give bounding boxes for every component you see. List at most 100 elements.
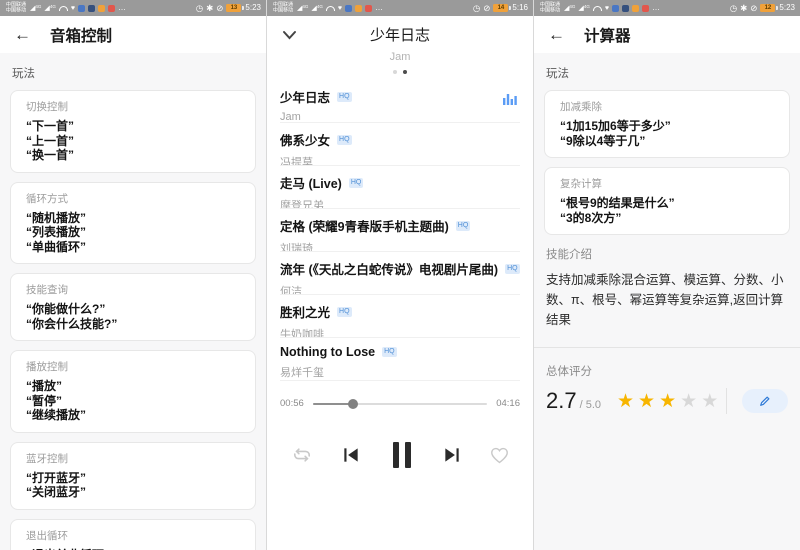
voice-command: “继续播放” [26,408,87,422]
star-icon: ★ [638,390,660,412]
rating-stars: ★★★★★ [617,390,722,413]
card-title: 切换控制 [26,101,68,113]
signal-icon: ◢4G [30,3,42,12]
progress-slider[interactable] [312,398,488,409]
quality-badge: HQ [455,220,471,231]
signal-icon: ◢4G [311,3,323,12]
song-row[interactable]: 胜利之光 HQ 牛奶咖啡 [280,295,520,338]
total-time: 04:16 [496,398,520,409]
song-row[interactable]: 定格 (荣耀9青春版手机主题曲) HQ 刘瑞琦 [280,209,520,252]
bluetooth-icon: ✱ [206,2,214,13]
notification-app-icon [364,4,372,12]
notification-app-icon [631,4,639,12]
mute-icon: ⊘ [483,2,491,13]
progress-thumb[interactable] [347,398,358,409]
song-artist: 牛奶咖啡 [280,329,324,338]
song-row[interactable]: 走马 (Live) HQ 摩登兄弟 [280,166,520,209]
signal-icon: ◢4G [564,3,576,12]
calculator-content: 玩法 加减乘除 “1加15加6等于多少” “9除以4等于几” 复杂计算 “根号9… [534,53,800,550]
section-divider [534,347,800,348]
card-title: 技能查询 [26,284,68,296]
page-dot-active [403,70,407,74]
command-card: 循环方式 “随机播放” “列表播放” “单曲循环” [10,181,256,264]
clock-time: 5:23 [245,3,261,12]
notification-app-icon [77,4,85,12]
song-title: 流年 (《天乩之白蛇传说》电视剧片尾曲) [280,263,499,277]
song-artist: Jam [280,111,301,123]
quality-badge: HQ [337,306,352,317]
star-icon: ★ [701,390,723,412]
rating-label: 总体评分 [546,366,592,378]
song-row[interactable]: 少年日志 HQ Jam [280,80,520,123]
section-label: 玩法 [546,68,569,80]
quality-badge: HQ [337,134,352,145]
player-header: 少年日志 Jam [267,16,533,80]
song-row[interactable]: Nothing to Lose HQ 易烊千玺 [280,338,520,381]
notification-app-icon [97,4,105,12]
song-artist: 冯提莫 [280,157,313,166]
heart-notification-icon: ♥ [337,4,342,12]
favorite-heart-icon[interactable] [490,447,509,464]
command-card: 播放控制 “播放” “暂停” “继续播放” [10,350,256,433]
next-track-button[interactable] [442,445,462,465]
signal-icon: ◢4G [578,3,590,12]
song-title: 走马 (Live) [280,177,342,191]
command-card: 退出循环 “退出单曲循环” “退出列表循环” [10,518,256,550]
command-card: 蓝牙控制 “打开蓝牙” “关闭蓝牙” [10,441,256,510]
back-button[interactable]: ← [548,25,565,45]
carrier-label: 中国联通 中国移动 [272,2,294,14]
panel-calculator: 中国联通 中国移动 ◢4G ◢4G ♥ … ◷ ✱ ⊘ 12 5:23 ← 计算器… [534,0,800,550]
now-playing-title: 少年日志 [369,27,430,44]
voice-command: “3的8次方” [560,210,622,225]
notification-app-icon [87,4,95,12]
app-bar: ← 计算器 [534,16,800,53]
quality-badge: HQ [382,347,397,357]
command-card: 技能查询 “你能做什么?” “你会什么技能?” [10,273,256,341]
page-title: 音箱控制 [50,27,113,45]
rating-max: / 5.0 [579,399,601,411]
signal-icon: ◢4G [44,3,56,12]
pause-button[interactable] [389,441,415,469]
star-icon: ★ [659,390,681,412]
song-title: 胜利之光 [280,306,331,320]
voice-command: “关闭蓝牙” [26,485,87,499]
wifi-icon [592,5,602,11]
quality-badge: HQ [348,177,364,188]
card-title: 循环方式 [26,192,68,205]
heart-notification-icon: ♥ [604,4,609,12]
command-card: 复杂计算 “根号9的结果是什么” “3的8次方” [544,167,790,235]
skill-intro-text: 支持加减乘除混合运算、模运算、分数、小数、π、根号、幂运算等复杂运算,返回计算结… [546,273,784,327]
more-notifications-icon: … [374,3,384,12]
song-artist: 何洁 [280,286,302,295]
star-icon: ★ [680,390,702,412]
status-bar: 中国联通 中国移动 ◢4G ◢4G ♥ … ◷ ✱ ⊘ 12 5:23 [534,0,800,16]
wifi-icon [325,5,335,11]
voice-command: “暂停” [26,393,63,408]
voice-command: “列表播放” [26,225,87,239]
wifi-icon [58,5,68,11]
pen-icon [760,396,770,406]
back-button[interactable]: ← [14,25,31,45]
voice-command: “上一首” [26,133,75,148]
screen: 中国联通 中国移动 ◢4G ◢4G ♥ … ◷ ✱ ⊘ 13 5:23 ← 音箱控… [0,0,800,550]
command-card: 加减乘除 “1加15加6等于多少” “9除以4等于几” [544,90,790,158]
chevron-down-icon[interactable] [282,27,297,45]
voice-command: “1加15加6等于多少” [560,119,671,133]
song-artist: 易烊千玺 [280,367,324,379]
carrier-label: 中国联通 中国移动 [5,2,27,14]
song-row[interactable]: 佛系少女 HQ 冯提莫 [280,123,520,166]
song-list: 少年日志 HQ Jam 佛系少女 HQ 冯提莫 走马 (Live) HQ 摩登兄… [267,80,533,387]
previous-track-button[interactable] [341,445,361,465]
status-bar: 中国联通 中国移动 ◢4G ◢4G ♥ … ◷ ⊘ 14 5:16 [267,0,533,16]
song-row[interactable]: 流年 (《天乩之白蛇传说》电视剧片尾曲) HQ 何洁 [280,252,520,295]
voice-command: “你会什么技能?” [26,316,118,331]
song-artist: 刘瑞琦 [280,243,313,252]
repeat-icon[interactable] [291,446,313,464]
write-review-button[interactable] [742,389,788,413]
song-title: Nothing to Lose [280,345,376,359]
star-icon: ★ [617,390,639,412]
notification-app-icon [344,4,352,12]
progress-fill [312,398,358,409]
rating-score: 2.7 [546,388,577,413]
heart-notification-icon: ♥ [70,4,75,12]
